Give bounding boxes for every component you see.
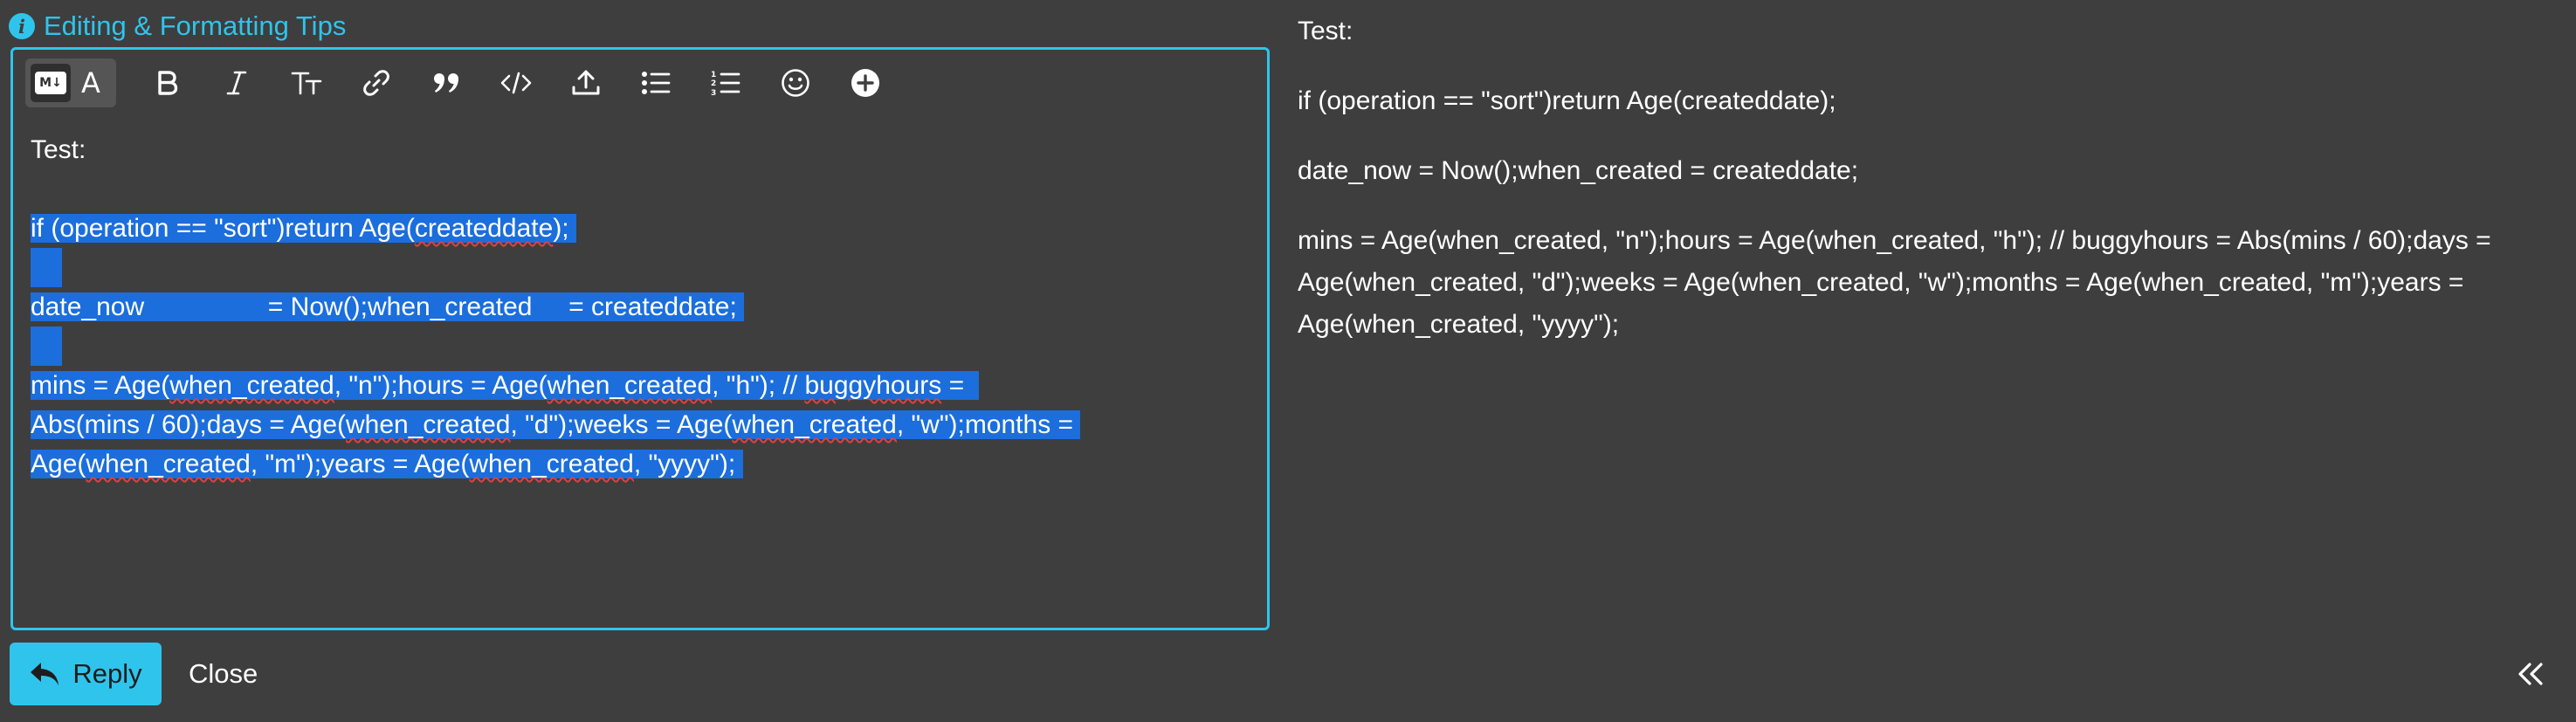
- editor-toolbar: M↓ A 1 2 3: [25, 58, 900, 107]
- editor-blank-line: [31, 169, 1253, 209]
- preview-paragraph: mins = Age(when_created, "n");hours = Ag…: [1298, 226, 2491, 339]
- add-icon: [851, 69, 879, 97]
- rich-text-mode-button[interactable]: A: [71, 64, 111, 102]
- numbered-list-button[interactable]: 1 2 3: [691, 58, 761, 107]
- upload-icon: [572, 70, 600, 95]
- bold-button[interactable]: [132, 58, 202, 107]
- preview-paragraph: date_now = Now();when_created = createdd…: [1298, 156, 1859, 185]
- close-button[interactable]: Close: [189, 657, 258, 691]
- link-icon: [363, 70, 389, 96]
- editing-tips-label: Editing & Formatting Tips: [44, 10, 347, 41]
- editor-line: Abs(mins / 60);days = Age(when_created, …: [31, 405, 1253, 444]
- code-icon: [500, 72, 532, 94]
- selected-text: if (operation == "sort")return Age(creat…: [31, 214, 576, 243]
- editor-line: date_now = Now();when_created = createdd…: [31, 287, 1253, 327]
- selected-text: Abs(mins / 60);days = Age(when_created, …: [31, 410, 1081, 439]
- editor-line: Age(when_created, "m");years = Age(when_…: [31, 444, 1253, 484]
- markdown-mode-button[interactable]: M↓: [31, 64, 71, 102]
- quote-button[interactable]: [411, 58, 481, 107]
- markdown-mode-icon: M↓: [35, 72, 66, 94]
- post-preview: Test: if (operation == "sort")return Age…: [1298, 10, 2555, 374]
- selected-empty-line: [31, 248, 62, 287]
- editor-text: Test:: [31, 135, 86, 164]
- numbered-list-icon: 1 2 3: [711, 71, 740, 97]
- upload-button[interactable]: [551, 58, 621, 107]
- add-button[interactable]: [830, 58, 900, 107]
- preview-paragraph: if (operation == "sort")return Age(creat…: [1298, 86, 1836, 115]
- svg-text:3: 3: [711, 89, 716, 97]
- editor-text-area[interactable]: Test: if (operation == "sort")return Age…: [31, 130, 1253, 484]
- italic-icon: [226, 71, 247, 95]
- selected-text: mins = Age(when_created, "n");hours = Ag…: [31, 371, 979, 400]
- svg-text:2: 2: [711, 79, 716, 88]
- emoji-button[interactable]: [761, 58, 830, 107]
- editor-mode-toggle: M↓ A: [25, 58, 116, 107]
- text-size-icon: [291, 72, 322, 95]
- editor-line: mins = Age(when_created, "n");hours = Ag…: [31, 366, 1253, 405]
- quote-icon: [434, 73, 458, 93]
- editor-blank-line: [31, 248, 1253, 287]
- editor-line: if (operation == "sort")return Age(creat…: [31, 209, 1253, 248]
- bullet-list-icon: [642, 72, 671, 94]
- bold-icon: [158, 71, 178, 95]
- selected-empty-line: [31, 327, 62, 366]
- rich-text-mode-icon: A: [81, 66, 100, 100]
- italic-button[interactable]: [202, 58, 272, 107]
- reply-button[interactable]: Reply: [10, 643, 162, 705]
- double-chevron-left-icon: [2518, 663, 2543, 685]
- info-icon: i: [9, 13, 35, 39]
- reply-button-label: Reply: [72, 658, 142, 689]
- code-button[interactable]: [481, 58, 551, 107]
- text-size-button[interactable]: [272, 58, 341, 107]
- editor-blank-line: [31, 327, 1253, 366]
- link-button[interactable]: [341, 58, 411, 107]
- preview-paragraph: Test:: [1298, 17, 1353, 45]
- emoji-icon: [782, 69, 809, 97]
- svg-text:1: 1: [711, 71, 716, 79]
- selected-text: date_now = Now();when_created = createdd…: [31, 292, 745, 321]
- bullet-list-button[interactable]: [621, 58, 691, 107]
- composer-editor[interactable]: M↓ A 1 2 3 Test: if (operation == "sort"…: [10, 47, 1270, 630]
- collapse-preview-button[interactable]: [2511, 655, 2550, 693]
- editing-tips-link[interactable]: i Editing & Formatting Tips: [9, 9, 346, 44]
- editor-line: Test:: [31, 130, 1253, 169]
- reply-arrow-icon: [31, 663, 59, 685]
- selected-text: Age(when_created, "m");years = Age(when_…: [31, 450, 743, 478]
